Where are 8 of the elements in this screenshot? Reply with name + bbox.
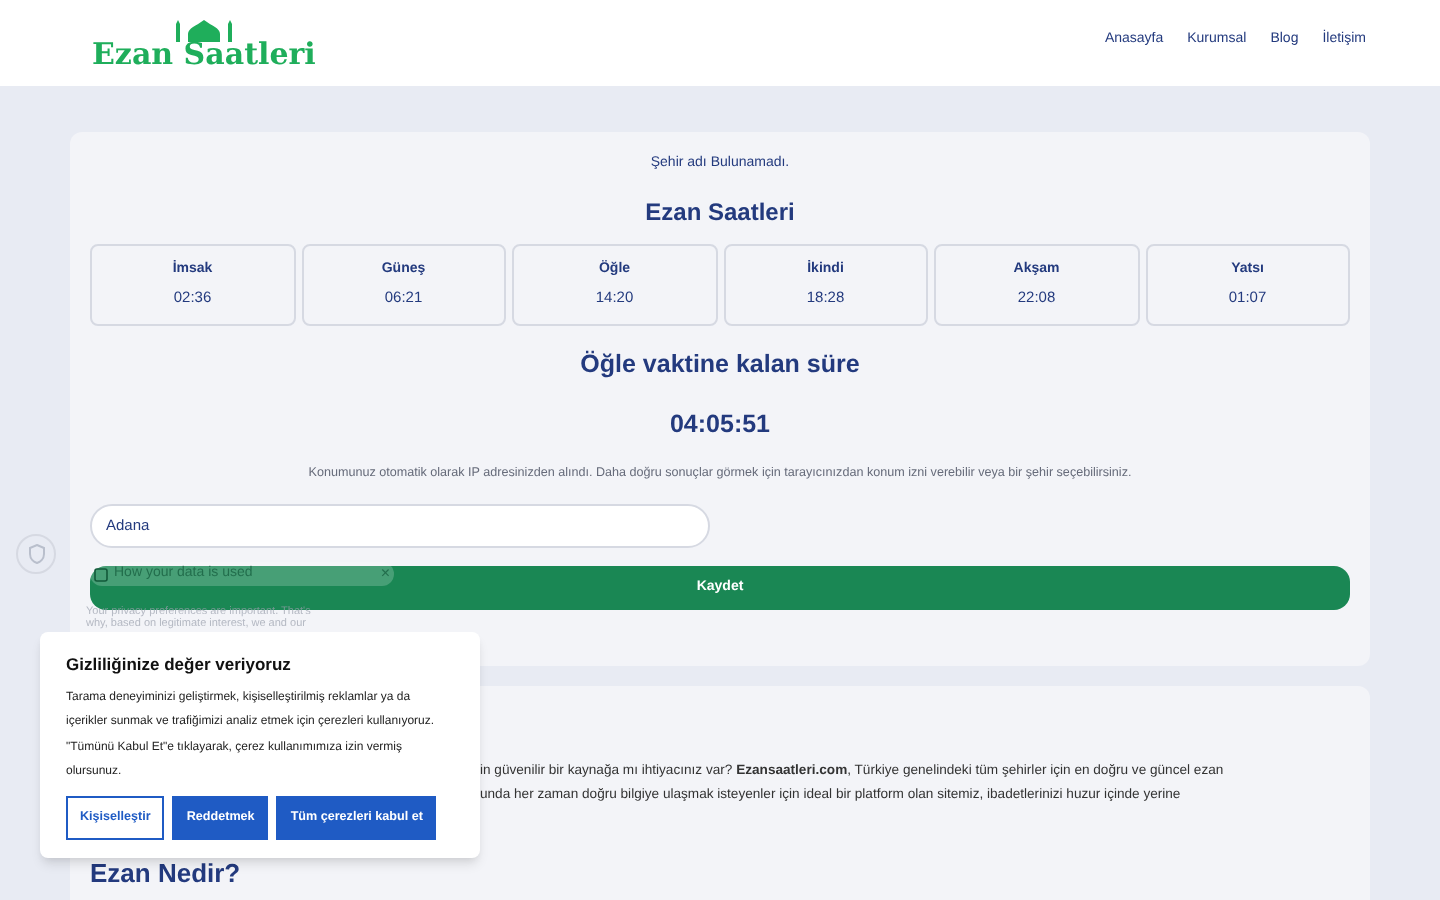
page-title: Ezan Saatleri xyxy=(645,195,795,229)
countdown-title: Öğle vaktine kalan süre xyxy=(580,347,860,382)
dialog-title: Gizliliğinize değer veriyoruz xyxy=(66,652,293,678)
section-heading: Ezan Nedir? xyxy=(90,855,241,892)
shield-icon xyxy=(27,544,45,564)
privacy-shield-button[interactable] xyxy=(16,534,56,574)
info-icon xyxy=(94,567,108,581)
countdown-timer: 04:05:51 xyxy=(669,408,771,443)
